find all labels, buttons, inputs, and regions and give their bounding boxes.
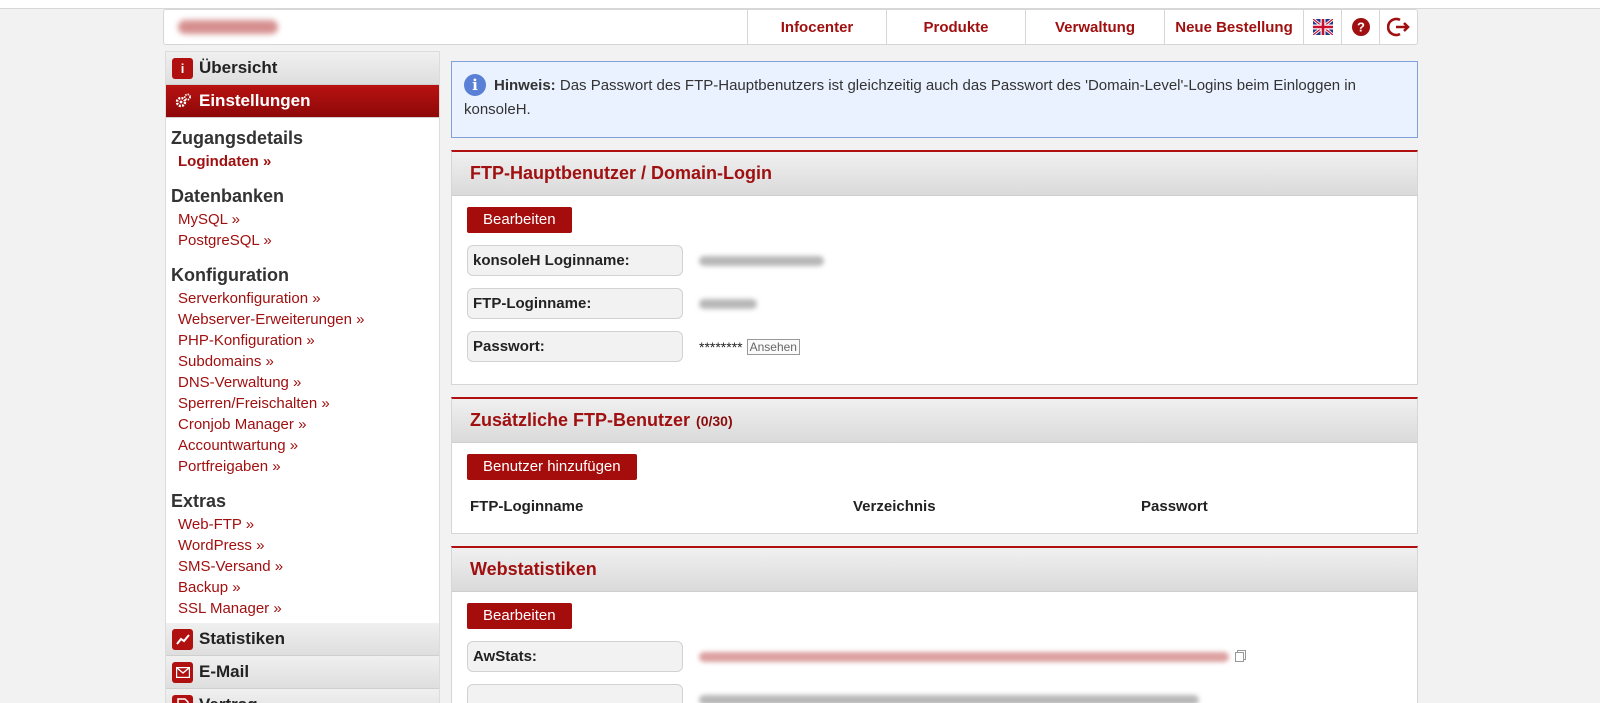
sidebar-link-mysql[interactable]: MySQL » (166, 209, 439, 230)
hint-title: Hinweis: (494, 77, 556, 94)
sidebar-link-accountwartung[interactable]: Accountwartung » (166, 435, 439, 456)
main-nav: Infocenter Produkte Verwaltung Neue Best… (747, 10, 1417, 44)
envelope-icon (172, 661, 193, 683)
sidebar-group-konfiguration: Konfiguration (171, 265, 289, 285)
sidebar-link-backup[interactable]: Backup » (166, 577, 439, 598)
field-label: FTP-Loginname: (467, 288, 683, 319)
sidebar-group-extras: Extras (171, 491, 227, 511)
info-icon: i (172, 57, 193, 79)
panel-title: Zusätzliche FTP-Benutzer (470, 410, 691, 430)
column-header: FTP-Loginname (470, 498, 584, 515)
sidebar: i Übersicht Einstellungen Zugangsdetails… (165, 51, 440, 703)
nav-produkte[interactable]: Produkte (886, 10, 1025, 44)
field-label: Passwort: (467, 331, 683, 362)
sidebar-link-subdomains[interactable]: Subdomains » (166, 351, 439, 372)
sidebar-link-webserver-erweiterungen[interactable]: Webserver-Erweiterungen » (166, 309, 439, 330)
sidebar-link-logindaten[interactable]: Logindaten » (166, 151, 439, 172)
edit-button[interactable]: Bearbeiten (467, 603, 572, 629)
ftp-user-count: (0/30) (696, 412, 733, 429)
panel-title: Webstatistiken (452, 548, 1417, 592)
browser-top-strip (0, 0, 1600, 9)
nav-verwaltung[interactable]: Verwaltung (1025, 10, 1164, 44)
sidebar-item-email[interactable]: E-Mail (166, 656, 439, 689)
sidebar-item-label: Einstellungen (199, 91, 311, 110)
panel-ftp-extra: Zusätzliche FTP-Benutzer (0/30) Benutzer… (451, 397, 1418, 534)
login-value-redacted (699, 255, 824, 266)
nav-infocenter[interactable]: Infocenter (747, 10, 886, 44)
panel-webstats: Webstatistiken Bearbeiten AwStats: (451, 546, 1418, 703)
column-header: Passwort (1141, 498, 1208, 515)
sidebar-link-wordpress[interactable]: WordPress » (166, 535, 439, 556)
logout-icon[interactable] (1379, 10, 1417, 44)
panel-title: FTP-Hauptbenutzer / Domain-Login (452, 152, 1417, 196)
show-password-button[interactable]: Ansehen (746, 338, 800, 355)
table-header: FTP-Loginname Verzeichnis Passwort (467, 498, 1402, 515)
sidebar-link-php-konfiguration[interactable]: PHP-Konfiguration » (166, 330, 439, 351)
add-user-button[interactable]: Benutzer hinzufügen (467, 454, 637, 480)
value-redacted (699, 694, 1199, 703)
sidebar-link-dns-verwaltung[interactable]: DNS-Verwaltung » (166, 372, 439, 393)
sidebar-item-einstellungen[interactable]: Einstellungen (166, 85, 439, 118)
help-icon[interactable]: ? (1341, 10, 1379, 44)
gears-icon (172, 91, 193, 112)
awstats-url-redacted[interactable] (699, 651, 1229, 662)
sidebar-link-postgresql[interactable]: PostgreSQL » (166, 230, 439, 251)
logo-redacted[interactable] (178, 20, 278, 34)
ftp-login-value-redacted (699, 298, 757, 309)
language-uk-flag-icon[interactable] (1303, 10, 1341, 44)
document-icon (172, 694, 193, 703)
panel-ftp-main: FTP-Hauptbenutzer / Domain-Login Bearbei… (451, 150, 1418, 385)
password-mask: ******** (699, 338, 743, 355)
field-label: konsoleH Loginname: (467, 245, 683, 276)
edit-button[interactable]: Bearbeiten (467, 207, 572, 233)
sidebar-link-web-ftp[interactable]: Web-FTP » (166, 514, 439, 535)
sidebar-item-label: E-Mail (199, 662, 250, 681)
copy-icon[interactable] (1235, 651, 1244, 662)
field-label-redacted (467, 684, 683, 703)
hint-box: i Hinweis: Das Passwort des FTP-Hauptben… (451, 61, 1418, 138)
sidebar-link-portfreigaben[interactable]: Portfreigaben » (166, 456, 439, 477)
chart-icon (172, 628, 193, 650)
field-label: AwStats: (467, 641, 683, 672)
info-icon: i (464, 74, 486, 96)
top-bar: Infocenter Produkte Verwaltung Neue Best… (163, 9, 1418, 45)
sidebar-item-statistiken[interactable]: Statistiken (166, 623, 439, 656)
sidebar-group-datenbanken: Datenbanken (171, 186, 285, 206)
sidebar-link-cronjob-manager[interactable]: Cronjob Manager » (166, 414, 439, 435)
sidebar-item-label: Statistiken (199, 629, 285, 648)
sidebar-group-zugangsdetails: Zugangsdetails (171, 128, 304, 148)
sidebar-link-sperren-freischalten[interactable]: Sperren/Freischalten » (166, 393, 439, 414)
sidebar-link-sms-versand[interactable]: SMS-Versand » (166, 556, 439, 577)
nav-neue-bestellung[interactable]: Neue Bestellung (1164, 10, 1303, 44)
sidebar-item-label: Vertrag (199, 695, 258, 703)
sidebar-item-label: Übersicht (199, 58, 278, 77)
sidebar-link-ssl-manager[interactable]: SSL Manager » (166, 598, 439, 619)
sidebar-link-serverkonfiguration[interactable]: Serverkonfiguration » (166, 288, 439, 309)
main-content: i Hinweis: Das Passwort des FTP-Hauptben… (451, 61, 1418, 703)
svg-text:?: ? (1357, 20, 1365, 35)
sidebar-item-uebersicht[interactable]: i Übersicht (166, 52, 439, 85)
column-header: Verzeichnis (853, 498, 936, 515)
hint-text: Das Passwort des FTP-Hauptbenutzers ist … (464, 77, 1356, 118)
sidebar-item-vertrag[interactable]: Vertrag (166, 689, 439, 703)
